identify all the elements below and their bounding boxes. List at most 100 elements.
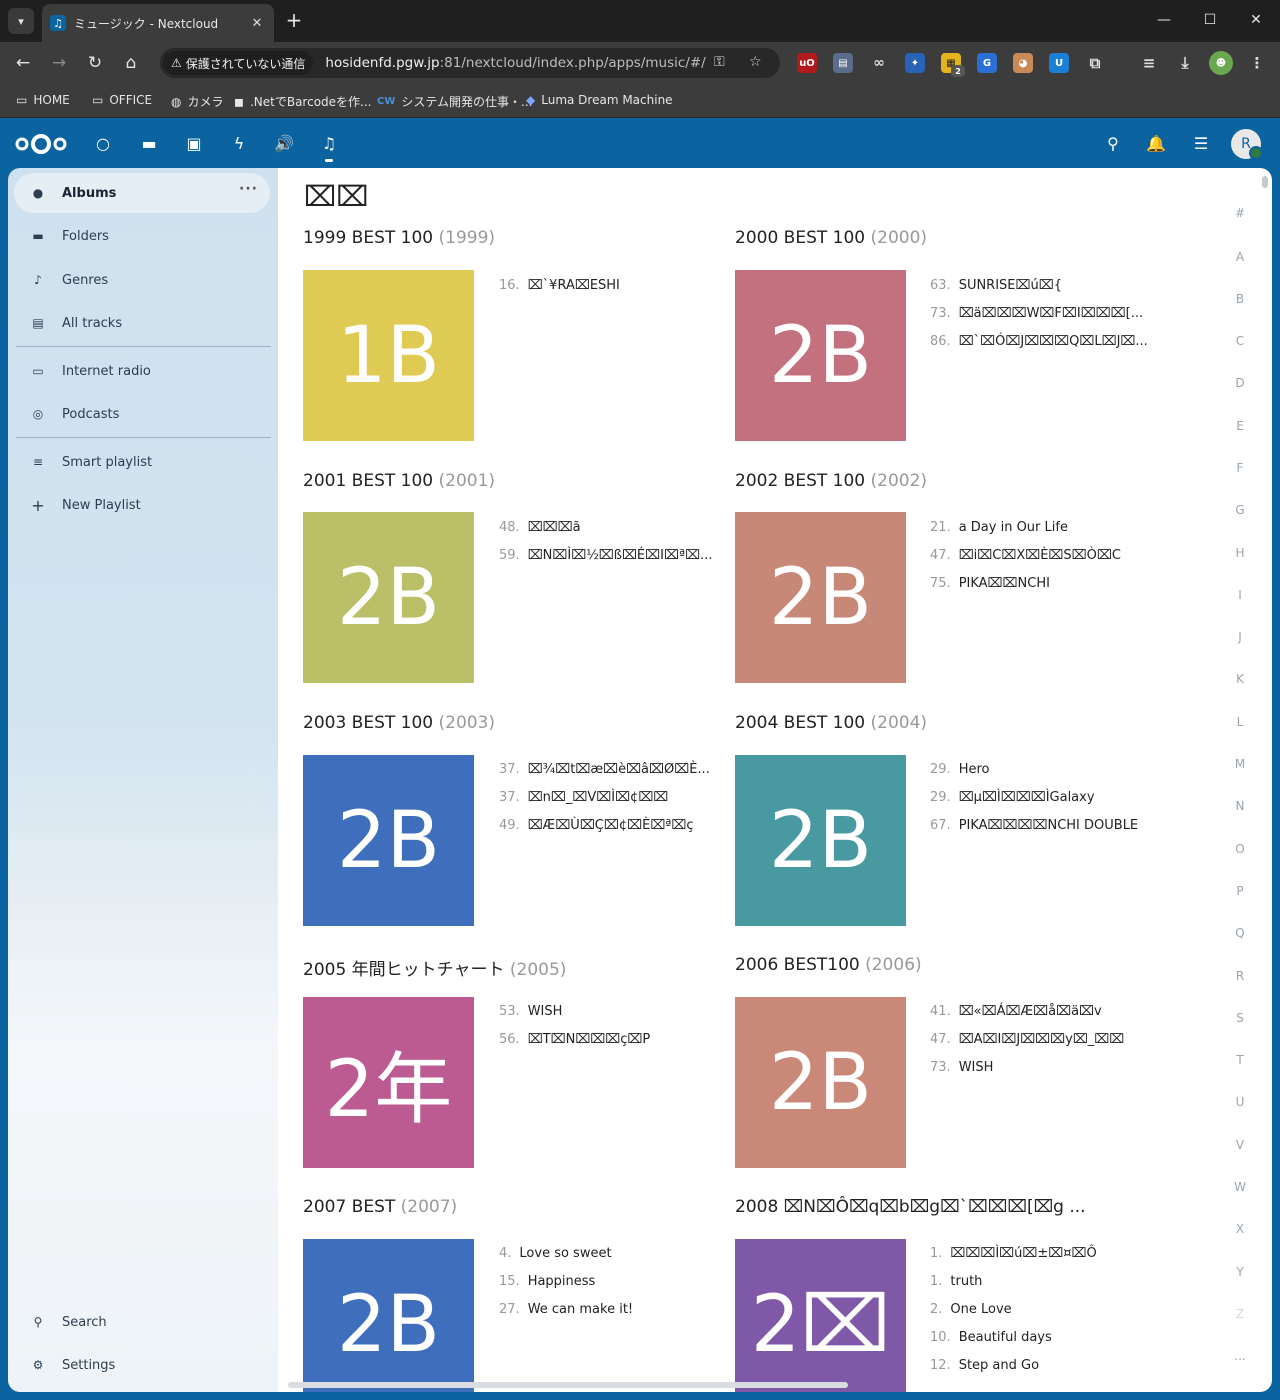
album-cover[interactable]: 2B <box>303 755 474 926</box>
track-item[interactable]: 73. ⌧ä⌧⌧⌧W⌧F⌧I⌧⌧⌧[... <box>930 306 1143 321</box>
track-item[interactable]: 16. ⌧`¥RA⌧ESHI <box>499 278 620 293</box>
album-cover[interactable]: 2B <box>735 755 906 926</box>
alphabet-link[interactable]: Y <box>1230 1265 1250 1279</box>
translate-icon[interactable]: G <box>977 53 997 73</box>
alphabet-link[interactable]: W <box>1230 1180 1250 1194</box>
track-item[interactable]: 1. ⌧⌧⌧Ì⌧ú⌧±⌧¤⌧Ô <box>930 1246 1097 1261</box>
album-heading[interactable]: 2002 BEST 100 (2002) <box>735 471 927 491</box>
infinity-extension-icon[interactable]: ∞ <box>869 53 889 73</box>
nav-albums[interactable]: ● Albums ··· <box>14 173 270 213</box>
alphabet-link[interactable]: ... <box>1230 1349 1250 1363</box>
track-item[interactable]: 4. Love so sweet <box>499 1246 612 1261</box>
nav-new-playlist[interactable]: + New Playlist <box>14 485 270 525</box>
track-item[interactable]: 29. Hero <box>930 762 989 777</box>
track-item[interactable]: 48. ⌧⌧⌧ã <box>499 520 581 535</box>
album-heading[interactable]: 2003 BEST 100 (2003) <box>303 713 495 733</box>
track-item[interactable]: 27. We can make it! <box>499 1302 633 1317</box>
alphabet-link[interactable]: L <box>1230 715 1250 729</box>
album-cover[interactable]: 2年 <box>303 997 474 1168</box>
track-item[interactable]: 67. PIKA⌧⌧⌧⌧NCHI DOUBLE <box>930 818 1138 833</box>
track-item[interactable]: 59. ⌧N⌧Ì⌧½⌧ß⌧É⌧I⌧ª⌧... <box>499 548 712 563</box>
track-item[interactable]: 41. ⌧«⌧Á⌧Æ⌧å⌧ä⌧v <box>930 1004 1102 1019</box>
track-item[interactable]: 37. ⌧n⌧_⌧V⌧Ì⌧¢⌧⌧ <box>499 790 668 805</box>
nav-podcasts[interactable]: ◎ Podcasts <box>14 394 270 434</box>
album-heading[interactable]: 1999 BEST 100 (1999) <box>303 228 495 248</box>
alphabet-link[interactable]: D <box>1230 376 1250 390</box>
password-key-icon[interactable]: ⚿ <box>714 54 725 70</box>
track-item[interactable]: 2. One Love <box>930 1302 1012 1317</box>
track-item[interactable]: 21. a Day in Our Life <box>930 520 1068 535</box>
bookmark-office[interactable]: ▭ OFFICE <box>92 93 152 107</box>
photos-app-icon[interactable]: ▣ <box>183 132 205 154</box>
more-options-icon[interactable]: ··· <box>239 181 258 197</box>
alphabet-link[interactable]: T <box>1230 1053 1250 1067</box>
alphabet-link[interactable]: F <box>1230 461 1250 475</box>
browser-menu-icon[interactable]: ⋮ <box>1247 53 1267 73</box>
album-heading[interactable]: 2001 BEST 100 (2001) <box>303 471 495 491</box>
track-item[interactable]: 56. ⌧T⌧N⌧⌧⌧ç⌧P <box>499 1032 650 1047</box>
alphabet-link[interactable]: Z <box>1230 1307 1250 1321</box>
album-heading[interactable]: 2000 BEST 100 (2000) <box>735 228 927 248</box>
search-icon[interactable]: ⚲ <box>1102 132 1124 154</box>
alphabet-link[interactable]: Q <box>1230 926 1250 940</box>
album-heading[interactable]: 2007 BEST (2007) <box>303 1197 457 1217</box>
alphabet-link[interactable]: R <box>1230 969 1250 983</box>
contacts-icon[interactable]: ☰ <box>1190 132 1212 154</box>
track-item[interactable]: 86. ⌧`⌧Ó⌧J⌧⌧⌧Q⌧L⌧J⌧... <box>930 334 1148 349</box>
horizontal-scrollbar[interactable] <box>288 1382 848 1388</box>
album-heading[interactable]: 2005 年間ヒットチャート (2005) <box>303 955 566 980</box>
track-item[interactable]: 73. WISH <box>930 1060 993 1075</box>
notifications-bell-icon[interactable]: 🔔 <box>1145 132 1167 154</box>
home-icon[interactable]: ⌂ <box>119 51 143 75</box>
bookmark-home[interactable]: ▭ HOME <box>16 93 70 107</box>
nav-settings[interactable]: ⚙ Settings <box>14 1345 270 1385</box>
alphabet-link[interactable]: H <box>1230 546 1250 560</box>
printer-extension-icon[interactable]: ▤ <box>833 53 853 73</box>
nav-all-tracks[interactable]: ▤ All tracks <box>14 303 270 343</box>
bookmark-crowdworks[interactable]: CW システム開発の仕事・... <box>377 93 532 110</box>
alphabet-link[interactable]: I <box>1230 588 1250 602</box>
track-item[interactable]: 53. WISH <box>499 1004 562 1019</box>
nav-search[interactable]: ⚲ Search <box>14 1302 270 1342</box>
back-icon[interactable]: ← <box>11 51 35 75</box>
alphabet-link[interactable]: M <box>1230 757 1250 771</box>
security-indicator[interactable]: ⚠ 保護されていない通信 <box>163 51 314 75</box>
track-item[interactable]: 47. ⌧i⌧C⌧X⌧È⌧S⌧Ò⌧C <box>930 548 1121 563</box>
nextcloud-logo-icon[interactable] <box>14 132 68 156</box>
alphabet-link[interactable]: O <box>1230 842 1250 856</box>
alphabet-link[interactable]: J <box>1230 630 1250 644</box>
reload-icon[interactable]: ↻ <box>83 51 107 75</box>
album-cover[interactable]: 2B <box>735 512 906 683</box>
alphabet-link[interactable]: K <box>1230 672 1250 686</box>
tab-close-icon[interactable]: ✕ <box>248 16 266 31</box>
track-item[interactable]: 29. ⌧µ⌧Ì⌧⌧⌧ÌGalaxy <box>930 790 1095 805</box>
alphabet-link[interactable]: B <box>1230 292 1250 306</box>
ublock-icon[interactable]: uO <box>797 53 817 73</box>
alphabet-link[interactable]: P <box>1230 884 1250 898</box>
bookmark-camera[interactable]: ◍ カメラ <box>171 93 224 110</box>
puzzle-extension-icon[interactable]: ✦ <box>905 53 925 73</box>
reading-list-icon[interactable]: ≡ <box>1139 53 1159 73</box>
files-app-icon[interactable]: ▬ <box>138 132 160 154</box>
close-window-icon[interactable]: ✕ <box>1233 0 1279 40</box>
audio-app-icon[interactable]: 🔊 <box>273 132 295 154</box>
track-item[interactable]: 15. Happiness <box>499 1274 595 1289</box>
new-tab-button[interactable]: + <box>282 8 306 32</box>
music-app-icon[interactable]: ♫ <box>318 132 340 162</box>
vertical-scrollbar[interactable] <box>1262 176 1268 188</box>
album-cover[interactable]: 1B <box>303 270 474 441</box>
album-cover[interactable]: 2B <box>303 1239 474 1392</box>
nav-internet-radio[interactable]: ▭ Internet radio <box>14 351 270 391</box>
maximize-icon[interactable]: ☐ <box>1187 0 1233 40</box>
tab-search-button[interactable]: ▾ <box>8 8 34 34</box>
alphabet-link[interactable]: E <box>1230 419 1250 433</box>
bookmark-star-icon[interactable]: ☆ <box>749 54 762 70</box>
alphabet-link[interactable]: A <box>1230 250 1250 264</box>
track-item[interactable]: 49. ⌧Æ⌧Ù⌧Ç⌧¢⌧È⌧ª⌧ç <box>499 818 694 833</box>
nav-genres[interactable]: ♪ Genres <box>14 260 270 300</box>
forward-icon[interactable]: → <box>47 51 71 75</box>
download-icon[interactable]: ⤓ <box>1175 53 1195 73</box>
track-item[interactable]: 47. ⌧A⌧I⌧J⌧⌧⌧y⌧_⌧⌧ <box>930 1032 1124 1047</box>
minimize-icon[interactable]: — <box>1141 0 1187 40</box>
dashboard-app-icon[interactable]: ○ <box>92 132 114 154</box>
